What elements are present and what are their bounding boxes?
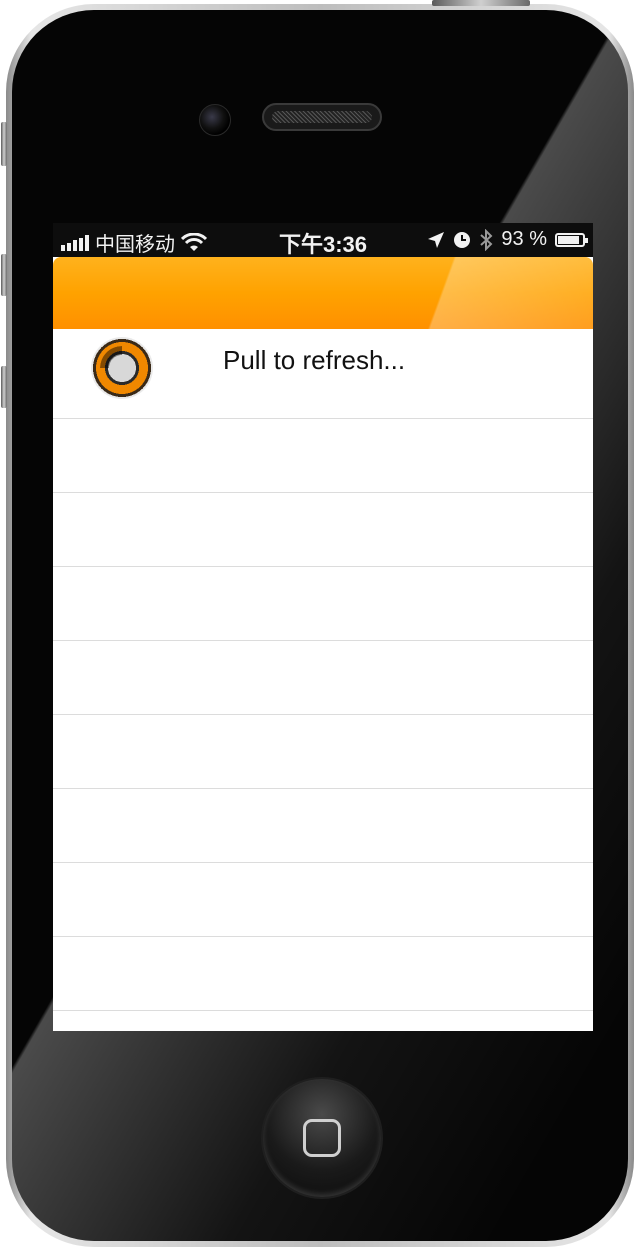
home-square-icon bbox=[303, 1119, 341, 1157]
table-row[interactable] bbox=[53, 863, 593, 937]
mute-switch bbox=[1, 122, 7, 166]
status-bar: 中国移动 下午3:36 93 % bbox=[53, 223, 593, 257]
table-row[interactable] bbox=[53, 567, 593, 641]
app-screen: 中国移动 下午3:36 93 % Pull to refresh... bbox=[53, 223, 593, 1031]
table-row[interactable] bbox=[53, 419, 593, 493]
volume-up-button bbox=[1, 254, 7, 296]
refresh-spinner-icon bbox=[91, 337, 153, 399]
table-row[interactable] bbox=[53, 789, 593, 863]
home-button[interactable] bbox=[263, 1079, 381, 1197]
battery-percentage: 93 % bbox=[501, 228, 547, 250]
location-arrow-icon bbox=[428, 231, 445, 248]
table-view[interactable]: Pull to refresh... bbox=[53, 329, 593, 1011]
alarm-clock-icon bbox=[454, 231, 471, 248]
battery-charging-icon bbox=[555, 232, 588, 247]
table-row[interactable] bbox=[53, 493, 593, 567]
volume-down-button bbox=[1, 366, 7, 408]
pull-to-refresh-header[interactable]: Pull to refresh... bbox=[53, 329, 593, 419]
table-row[interactable] bbox=[53, 641, 593, 715]
table-row[interactable] bbox=[53, 937, 593, 1011]
navigation-bar bbox=[53, 257, 593, 329]
pull-to-refresh-label: Pull to refresh... bbox=[223, 345, 406, 375]
table-row[interactable] bbox=[53, 715, 593, 789]
bluetooth-icon bbox=[480, 228, 493, 251]
front-camera bbox=[199, 104, 231, 136]
power-button bbox=[432, 0, 530, 6]
earpiece-speaker bbox=[262, 103, 382, 131]
